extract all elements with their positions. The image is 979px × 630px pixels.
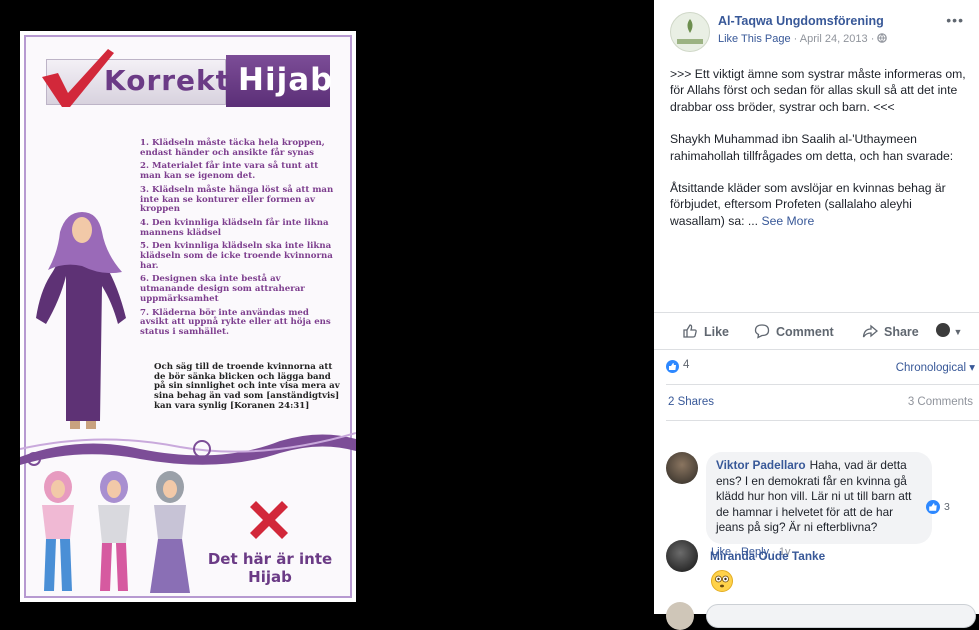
post-paragraph: Shaykh Muhammad ibn Saalih al-'Uthaymeen… — [670, 132, 954, 163]
sort-comments-dropdown[interactable]: Chronological ▾ — [896, 360, 975, 374]
like-button[interactable]: Like — [682, 323, 729, 339]
rule-item: 3. Klädseln måste hänga löst så att man … — [140, 184, 334, 215]
title-hijab: Hijab — [238, 62, 334, 98]
cross-icon — [250, 501, 288, 539]
emoji-face-icon — [715, 575, 729, 588]
title-korrekt: Korrekt — [104, 64, 231, 97]
shares-row: 2 Shares 3 Comments — [654, 396, 979, 414]
post-paragraph-last: Åtsittande kläder som avslöjar en kvinna… — [670, 180, 970, 229]
like-page-link[interactable]: Like This Page — [718, 33, 791, 45]
commenter-name[interactable]: Miranda Oude Tanke — [710, 549, 825, 563]
divider — [666, 420, 979, 421]
comment-reactions-count[interactable]: 3 — [944, 501, 950, 513]
post-panel: Al-Taqwa Ungdomsförening ••• Like This P… — [654, 0, 979, 630]
share-button[interactable]: Share — [862, 323, 919, 339]
post-meta: Like This Page · April 24, 2013 · — [718, 33, 888, 45]
chevron-down-icon: ▼ — [953, 327, 963, 337]
like-label: Like — [704, 325, 730, 339]
avatar[interactable] — [666, 540, 698, 572]
avatar — [936, 323, 950, 337]
like-reaction-icon[interactable] — [666, 360, 679, 373]
meta-separator: · — [870, 33, 878, 45]
incorrect-figures-icon — [42, 471, 190, 593]
post-header: Al-Taqwa Ungdomsförening ••• Like This P… — [670, 12, 970, 52]
comment-bubble: Viktor Padellaro Haha, vad är detta ens? … — [706, 452, 932, 544]
comments-count[interactable]: 3 Comments — [908, 396, 973, 408]
share-icon — [862, 324, 879, 338]
more-options-icon[interactable]: ••• — [946, 12, 964, 28]
share-label: Share — [884, 325, 919, 339]
flushed-face-emoji-icon — [711, 570, 733, 592]
rule-item: 2. Materialet får inte vara så tunt att … — [140, 161, 319, 182]
thumbs-up-icon — [669, 363, 676, 370]
rule-item: 6. Designen ska inte bestå av utmanande … — [140, 274, 305, 304]
comment-button[interactable]: Comment — [754, 323, 834, 339]
image-title: Korrekt Hijab — [42, 49, 334, 107]
comment-label: Comment — [776, 325, 834, 339]
wave-divider-icon — [20, 432, 356, 466]
rule-item: 4. Den kvinnliga klädseln får inte likna… — [140, 217, 329, 238]
reactions-count[interactable]: 4 — [683, 359, 689, 371]
post-paragraph: >>> Ett viktigt ämne som systrar måste i… — [670, 67, 966, 114]
not-hijab-label: Det här är inte Hijab — [207, 550, 333, 586]
commenter-name[interactable]: Viktor Padellaro — [716, 458, 806, 472]
rule-item: 5. Den kvinnliga klädseln ska inte likna… — [140, 241, 333, 271]
post-date[interactable]: April 24, 2013 — [800, 33, 868, 45]
shares-link[interactable]: 2 Shares — [668, 396, 714, 408]
divider — [666, 384, 979, 385]
post-actions: Like Comment Share ▼ — [654, 312, 979, 350]
woman-figure-icon — [36, 212, 126, 429]
quran-quote: Och säg till de troende kvinnorna att de… — [154, 362, 340, 411]
avatar — [666, 602, 694, 630]
reactions-row: 4 Chronological ▾ — [654, 356, 979, 378]
post-text: >>> Ett viktigt ämne som systrar måste i… — [670, 66, 970, 245]
rules-list: 1. Klädseln måste täcka hela kroppen, en… — [140, 138, 338, 342]
page-avatar[interactable] — [670, 12, 710, 52]
comment-input[interactable] — [706, 604, 976, 628]
comment-icon — [754, 324, 770, 339]
comment-like-reaction-icon[interactable] — [926, 500, 940, 514]
see-more-link[interactable]: See More — [761, 214, 814, 228]
globe-icon — [877, 33, 888, 43]
rule-item: 7. Kläderna bör inte användas med avsikt… — [140, 307, 331, 337]
rule-item: 1. Klädseln måste täcka hela kroppen, en… — [140, 138, 325, 158]
avatar[interactable] — [666, 452, 698, 484]
page-name[interactable]: Al-Taqwa Ungdomsförening — [718, 14, 884, 28]
thumbs-up-icon — [683, 324, 697, 338]
post-image[interactable]: Korrekt Hijab 1. Klädseln måste täcka he… — [20, 31, 356, 602]
page-logo-icon — [677, 19, 703, 44]
thumbs-up-icon — [929, 503, 937, 511]
post-as-selector[interactable]: ▼ — [936, 323, 962, 338]
